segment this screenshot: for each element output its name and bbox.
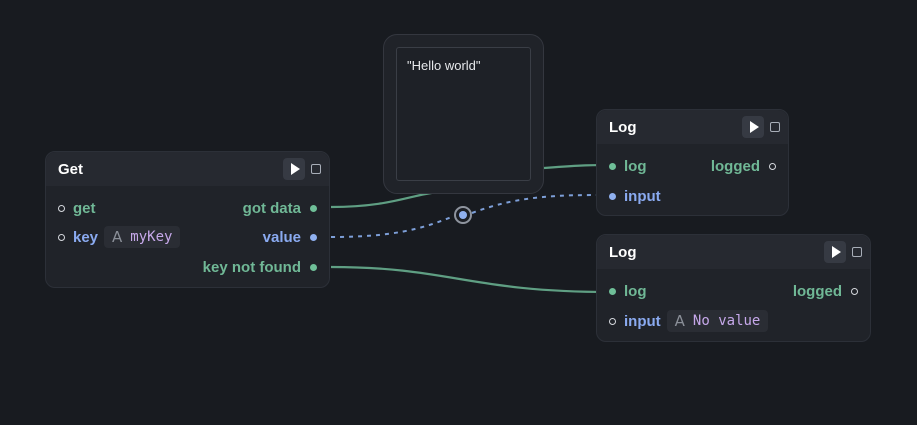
get-run-button[interactable]: [283, 158, 305, 180]
wire-value-to-handle[interactable]: [330, 215, 455, 238]
value-port[interactable]: [310, 233, 317, 241]
log1-log-label: log: [624, 157, 647, 175]
stop-icon[interactable]: [311, 164, 321, 174]
text-content: "Hello world": [407, 58, 481, 73]
get-input-label: get: [73, 199, 96, 217]
text-node[interactable]: "Hello world": [383, 34, 544, 194]
stop-icon[interactable]: [852, 247, 862, 257]
wire-reroute-handle[interactable]: [454, 206, 472, 224]
get-input-get[interactable]: get: [58, 198, 96, 218]
get-output-value[interactable]: value: [263, 227, 317, 247]
got-data-port[interactable]: [310, 204, 317, 212]
got-data-label: got data: [242, 199, 301, 217]
log1-header[interactable]: Log: [597, 110, 788, 144]
get-input-key[interactable]: key A myKey: [58, 226, 181, 248]
log1-input-input[interactable]: input: [609, 186, 661, 206]
log2-header[interactable]: Log: [597, 235, 870, 269]
key-not-found-port[interactable]: [310, 263, 317, 271]
stop-icon[interactable]: [770, 122, 780, 132]
log1-input-label: input: [624, 187, 661, 205]
log2-title: Log: [609, 243, 637, 261]
log1-logged-port[interactable]: [769, 162, 776, 170]
play-icon: [831, 246, 841, 258]
log2-input-label: input: [624, 312, 661, 330]
handle-dot: [459, 211, 467, 219]
get-trigger-port[interactable]: [58, 204, 65, 212]
wire-key-not-found-to-log2[interactable]: [330, 265, 611, 294]
play-icon: [749, 121, 759, 133]
log-node-1[interactable]: Log log input logged: [596, 109, 789, 216]
log2-output-logged[interactable]: logged: [793, 281, 858, 301]
log2-log-label: log: [624, 282, 647, 300]
value-label: value: [262, 228, 301, 246]
wire-got-data-to-text[interactable]: [330, 190, 439, 209]
log1-input-port[interactable]: [609, 192, 616, 200]
key-constant-value: myKey: [130, 229, 173, 245]
string-type-icon: A: [674, 312, 685, 330]
text-input-area[interactable]: "Hello world": [396, 47, 531, 181]
log2-input-input[interactable]: input A No value: [609, 310, 769, 332]
log2-input-constant-field[interactable]: A No value: [666, 310, 769, 332]
key-input-label: key: [73, 228, 99, 246]
log1-log-port[interactable]: [609, 162, 616, 170]
play-icon: [290, 163, 300, 175]
log2-run-button[interactable]: [824, 241, 846, 263]
log1-input-log[interactable]: log: [609, 156, 647, 176]
log2-logged-label: logged: [792, 282, 842, 300]
log1-output-logged[interactable]: logged: [711, 156, 776, 176]
key-not-found-label: key not found: [202, 258, 301, 276]
wire-handle-to-log1-input[interactable]: [471, 194, 611, 214]
log1-run-button[interactable]: [742, 116, 764, 138]
log2-input-constant-value: No value: [692, 313, 761, 329]
get-output-key-not-found[interactable]: key not found: [203, 257, 317, 277]
log-node-2[interactable]: Log log input A No value logged: [596, 234, 871, 342]
key-port[interactable]: [58, 233, 65, 241]
log1-logged-label: logged: [710, 157, 760, 175]
string-type-icon: A: [112, 228, 123, 246]
log2-input-port[interactable]: [609, 317, 616, 325]
get-node[interactable]: Get get key A myKey got data value key n…: [45, 151, 330, 288]
log2-log-port[interactable]: [609, 287, 616, 295]
log1-title: Log: [609, 118, 637, 136]
get-output-got-data[interactable]: got data: [243, 198, 317, 218]
log2-input-log[interactable]: log: [609, 281, 647, 301]
key-constant-field[interactable]: A myKey: [104, 226, 181, 248]
log2-logged-port[interactable]: [851, 287, 858, 295]
get-node-header[interactable]: Get: [46, 152, 329, 186]
get-node-title: Get: [58, 160, 84, 178]
